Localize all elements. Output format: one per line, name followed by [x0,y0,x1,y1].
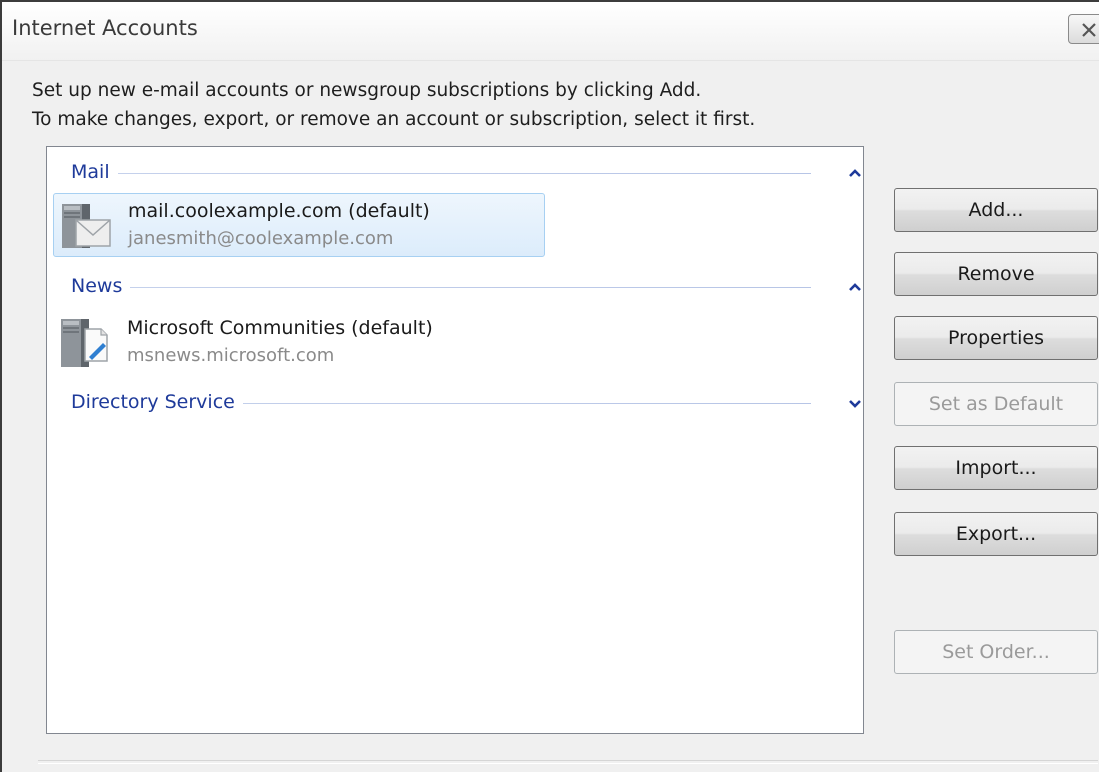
account-name: mail.coolexample.com (default) [128,200,430,222]
internet-accounts-window: Internet Accounts Set up new e-mail acco… [0,0,1099,772]
import-button[interactable]: Import... [894,446,1098,490]
instructions: Set up new e-mail accounts or newsgroup … [32,76,755,134]
group-divider [71,287,811,288]
account-item-mail[interactable]: mail.coolexample.com (default) janesmith… [53,193,545,257]
remove-button[interactable]: Remove [894,252,1098,296]
title-bar[interactable]: Internet Accounts [2,2,1099,61]
accounts-list[interactable]: Mail mail.coolexample.com (default) jane… [46,146,864,734]
group-header-mail[interactable]: Mail [71,159,861,189]
account-detail: msnews.microsoft.com [127,345,335,366]
chevron-down-icon[interactable] [845,395,865,411]
account-item-news[interactable]: Microsoft Communities (default) msnews.m… [53,311,545,375]
group-label-mail: Mail [71,161,118,183]
chevron-up-icon[interactable] [845,279,865,295]
instructions-line-2: To make changes, export, or remove an ac… [32,109,756,130]
close-button[interactable] [1068,14,1099,44]
group-label-news: News [71,275,131,297]
properties-button[interactable]: Properties [894,316,1098,360]
group-divider [71,173,811,174]
bottom-divider [38,760,1098,764]
group-header-news[interactable]: News [71,273,861,303]
window-title: Internet Accounts [12,16,198,40]
news-server-icon [61,319,108,367]
export-button[interactable]: Export... [894,512,1098,556]
mail-server-icon [62,204,111,248]
account-name: Microsoft Communities (default) [127,317,433,339]
account-detail: janesmith@coolexample.com [128,228,394,249]
add-button[interactable]: Add... [894,188,1098,232]
group-header-directory-service[interactable]: Directory Service [71,389,861,419]
group-label-directory-service: Directory Service [71,391,243,413]
set-as-default-button[interactable]: Set as Default [894,382,1098,426]
instructions-line-1: Set up new e-mail accounts or newsgroup … [32,80,702,101]
chevron-up-icon[interactable] [845,165,865,181]
close-icon [1082,23,1096,37]
set-order-button[interactable]: Set Order... [894,630,1098,674]
